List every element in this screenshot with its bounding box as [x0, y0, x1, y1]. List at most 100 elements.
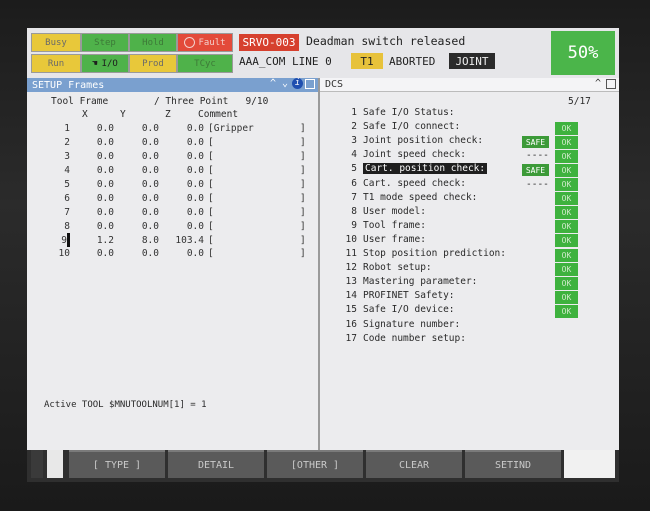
dcs-item-number: 11 — [345, 248, 357, 259]
table-row[interactable]: 2 0.0 0.0 0.0[] — [45, 136, 310, 150]
table-row[interactable]: 8 0.0 0.0 0.0[] — [45, 219, 310, 233]
frame-comment[interactable]: [ — [204, 178, 300, 192]
fkey-clear[interactable]: CLEAR — [366, 450, 462, 478]
fkey-setind[interactable]: SETIND — [465, 450, 561, 478]
maximize-icon[interactable] — [305, 79, 315, 89]
dcs-item[interactable]: 4 Joint speed check: — [343, 149, 466, 163]
frame-no: 3 — [64, 151, 70, 163]
frame-comment[interactable]: [ — [204, 247, 300, 261]
tcyc-indicator: TCyc — [177, 54, 233, 73]
dcs-check-status: SAFE — [522, 164, 549, 177]
frame-comment-end: ] — [300, 248, 306, 260]
teach-pendant-screen: Busy Step Hold Fault Run ☚ I/O Prod TCyc… — [27, 28, 619, 482]
frame-comment[interactable]: [ — [204, 233, 300, 247]
dcs-item[interactable]: 3 Joint position check: — [343, 135, 483, 149]
frame-y: 0.0 — [141, 192, 159, 204]
dcs-item[interactable]: 10 User frame: — [343, 234, 426, 248]
right-panel-title[interactable]: DCS ^ — [320, 78, 619, 92]
frame-comment[interactable]: [Gripper — [204, 122, 300, 136]
dcs-item[interactable]: 2 Safe I/O connect: — [343, 121, 460, 135]
info-icon[interactable]: i — [292, 78, 303, 89]
program-state: ABORTED — [389, 55, 436, 68]
frame-x: 1.2 — [96, 234, 114, 246]
table-row[interactable]: 10 0.0 0.0 0.0[] — [45, 247, 310, 261]
dcs-ok-badge: OK — [555, 178, 578, 191]
frame-no: 9 — [45, 233, 70, 247]
frame-comment[interactable]: [ — [204, 191, 300, 205]
frame-x: 0.0 — [96, 192, 114, 204]
frame-no: 6 — [64, 192, 70, 204]
dcs-item[interactable]: 13 Mastering parameter: — [343, 276, 478, 290]
fkey-detail[interactable]: DETAIL — [168, 450, 264, 478]
dcs-item[interactable]: 7 T1 mode speed check: — [343, 192, 477, 206]
table-row[interactable]: 6 0.0 0.0 0.0[] — [45, 191, 310, 205]
dcs-item-label: Joint position check: — [363, 135, 484, 147]
left-panel-title-text: SETUP Frames — [32, 79, 105, 91]
col-z: Z — [165, 109, 171, 120]
fault-circle-icon — [184, 37, 196, 48]
dcs-item-number: 2 — [351, 121, 357, 133]
dcs-item[interactable]: 5 Cart. position check: — [343, 163, 488, 177]
dcs-item-number: 6 — [351, 177, 357, 189]
dcs-item[interactable]: 8 User model: — [343, 206, 426, 220]
fkey-type[interactable]: [ TYPE ] — [69, 450, 165, 478]
maximize-icon[interactable] — [606, 79, 616, 89]
program-line: AAA_COM LINE 0 — [239, 55, 332, 68]
table-row[interactable]: 5 0.0 0.0 0.0[] — [45, 178, 310, 192]
dcs-item-number: 10 — [345, 233, 357, 245]
dcs-item-label: Tool frame: — [363, 219, 426, 231]
dcs-item[interactable]: 11 Stop position prediction: — [343, 248, 506, 262]
dcs-item-number: 8 — [351, 205, 357, 217]
dcs-item[interactable]: 15 Safe I/O device: — [343, 304, 455, 318]
dcs-item[interactable]: 1 Safe I/O Status: — [343, 107, 454, 121]
table-row[interactable]: 7 0.0 0.0 0.0[] — [45, 205, 310, 219]
run-indicator: Run — [31, 54, 81, 73]
table-row[interactable]: 9 1.2 8.0 103.4[] — [45, 233, 310, 247]
scroll-up-icon[interactable]: ^ — [270, 78, 276, 89]
dcs-item-label: Cart. speed check: — [363, 177, 466, 189]
page-indicator: 5/17 — [568, 96, 591, 107]
fkey-other[interactable]: [OTHER ] — [267, 450, 363, 478]
frame-comment[interactable]: [ — [204, 150, 300, 164]
dcs-item-label: T1 mode speed check: — [363, 191, 478, 203]
dcs-item[interactable]: 6 Cart. speed check: — [343, 178, 466, 192]
mode-badge: T1 — [351, 53, 383, 69]
fault-label: Fault — [198, 37, 226, 48]
dcs-ok-badge: OK — [555, 149, 578, 163]
dcs-item[interactable]: 14 PROFINET Safety: — [343, 290, 455, 304]
dcs-ok-badge: OK — [555, 135, 578, 149]
frame-x: 0.0 — [96, 137, 114, 149]
left-panel-title[interactable]: SETUP Frames ^ ⌄ i — [27, 78, 318, 92]
frame-y: 0.0 — [141, 123, 159, 135]
override-display[interactable]: 50% — [551, 31, 615, 75]
scroll-down-icon[interactable]: ⌄ — [282, 78, 288, 89]
dcs-item-label: Stop position prediction: — [363, 248, 506, 259]
col-x: X — [82, 109, 88, 120]
frame-no: 4 — [64, 165, 70, 177]
dcs-item-number: 3 — [351, 135, 357, 147]
frame-comment[interactable]: [ — [204, 205, 300, 219]
fkey-next[interactable] — [564, 450, 615, 478]
frame-no: 5 — [64, 179, 70, 190]
frame-x: 0.0 — [96, 206, 114, 218]
col-comment: Comment — [198, 109, 239, 120]
dcs-item[interactable]: 9 Tool frame: — [343, 220, 426, 234]
table-row[interactable]: 4 0.0 0.0 0.0[] — [45, 164, 310, 178]
dcs-item[interactable]: 17 Code number setup: — [343, 333, 466, 347]
busy-indicator: Busy — [31, 33, 81, 52]
step-indicator: Step — [81, 33, 129, 52]
frame-comment[interactable]: [ — [204, 164, 300, 178]
dcs-item-label: User frame: — [363, 233, 426, 245]
frame-z: 0.0 — [186, 179, 204, 190]
dcs-item[interactable]: 12 Robot setup: — [343, 262, 432, 276]
frame-comment[interactable]: [ — [204, 219, 300, 233]
frame-comment[interactable]: [ — [204, 136, 300, 150]
frame-y: 0.0 — [141, 165, 159, 177]
dcs-item-number: 12 — [345, 262, 357, 274]
table-row[interactable]: 1 0.0 0.0 0.0 [Gripper] — [45, 122, 310, 136]
frame-x: 0.0 — [96, 179, 114, 190]
dcs-item[interactable]: 16 Signature number: — [343, 319, 461, 333]
table-row[interactable]: 3 0.0 0.0 0.0[] — [45, 150, 310, 164]
dcs-ok-badge: OK — [555, 248, 578, 262]
scroll-up-icon[interactable]: ^ — [595, 78, 601, 89]
